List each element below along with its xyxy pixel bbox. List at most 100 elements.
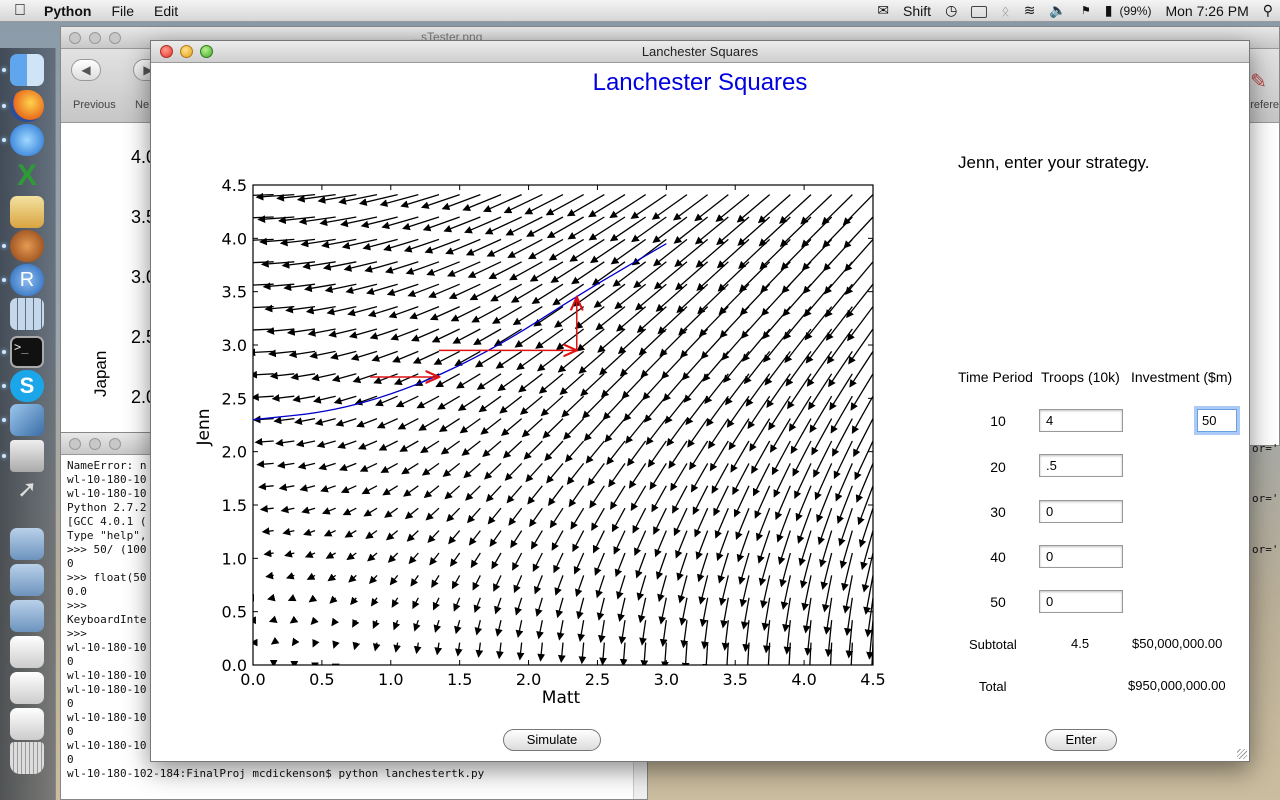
close-icon[interactable] [160,45,173,58]
field-arrow [675,530,688,559]
preview-icon[interactable] [10,404,44,436]
resize-grip[interactable] [1237,749,1247,759]
minimized-window-icon[interactable] [10,708,44,740]
troops-field[interactable] [1039,545,1123,568]
minimized-window-icon[interactable] [10,636,44,668]
trash-icon[interactable] [10,742,44,774]
volume-icon[interactable]: 🔈 [1042,2,1073,19]
field-arrow [372,642,381,652]
battery-icon[interactable]: ▮ [1098,2,1120,19]
field-arrow [628,463,647,489]
field-arrow [376,418,398,429]
spotlight-icon[interactable]: ⚲ [1256,2,1280,19]
investment-field[interactable] [1197,409,1237,432]
field-arrow [371,350,398,362]
field-arrow [726,395,750,428]
fluid-app-icon[interactable] [10,230,44,262]
vector-field [253,192,873,665]
field-arrow [359,462,378,472]
field-arrow [557,642,566,664]
bluetooth-icon[interactable]: ᛟ [994,3,1016,19]
field-arrow [496,642,504,660]
field-arrow [698,575,709,605]
field-arrow [707,418,729,450]
window-title: Lanchester Squares [641,44,759,59]
field-arrow [583,418,605,442]
field-arrow [557,350,585,373]
simulate-button[interactable]: Simulate [503,729,601,751]
field-arrow [637,597,647,624]
troops-field[interactable] [1039,500,1123,523]
field-arrow [614,552,626,578]
itunes-icon[interactable] [10,124,44,156]
troops-field[interactable] [1039,409,1123,432]
scrapbook-icon[interactable] [10,196,44,228]
field-arrow [567,216,605,240]
field-arrow [474,620,483,636]
wifi-icon[interactable]: ≋ [1017,2,1043,19]
investment-header: Investment ($m) [1131,369,1233,385]
clock[interactable]: Mon 7:26 PM [1158,3,1255,19]
field-arrow [337,440,357,449]
menu-app-name[interactable]: Python [40,3,101,19]
minimize-icon[interactable] [180,45,193,58]
minimized-window-icon[interactable] [10,672,44,704]
field-arrow [380,462,398,473]
menu-file[interactable]: File [101,3,144,19]
terminal-icon[interactable]: >_ [10,336,44,368]
field-arrow [441,193,481,210]
field-arrow [483,462,502,480]
previous-button[interactable]: ◀ [71,59,101,81]
apple-menu-icon[interactable]:  [0,2,40,20]
field-arrow [551,530,564,551]
r-icon[interactable]: R [10,264,44,296]
field-arrow [525,462,543,483]
field-arrow [378,440,398,451]
y-tick-label: 2.0 [222,443,247,462]
field-arrow [418,418,440,431]
x-tick-label: 2.0 [516,670,541,689]
close-icon[interactable] [69,438,81,450]
field-arrow [673,216,709,244]
mail-icon[interactable]: ✉ [870,2,896,19]
minimize-icon[interactable] [89,438,101,450]
shift-label[interactable]: Shift [896,3,938,19]
downloads-folder-icon[interactable] [10,564,44,596]
trajectory [252,243,667,421]
zoom-icon[interactable] [109,438,121,450]
applications-folder-icon[interactable] [10,600,44,632]
close-icon[interactable] [69,32,81,44]
skype-icon[interactable]: S [10,370,44,402]
field-arrow [335,417,357,427]
field-arrow [767,642,771,665]
display-icon[interactable] [964,3,994,19]
field-arrow [440,440,461,455]
field-arrow [475,642,484,658]
field-arrow [596,597,605,621]
troops-field[interactable] [1039,454,1123,477]
firefox-icon[interactable] [10,90,44,122]
excel-icon[interactable]: X [10,160,44,192]
finder-icon[interactable] [10,54,44,86]
field-arrow [717,552,729,584]
minimize-icon[interactable] [89,32,101,44]
zoom-icon[interactable] [109,32,121,44]
enter-button[interactable]: Enter [1045,729,1117,751]
zoom-icon[interactable] [200,45,213,58]
calendar-grid-icon[interactable] [10,298,44,330]
python-launcher-icon[interactable] [10,440,44,472]
field-arrow [387,552,399,563]
menu-edit[interactable]: Edit [144,3,188,19]
rocket-icon[interactable]: ➚ [10,474,44,506]
field-arrow [578,350,605,374]
running-indicator [2,454,6,458]
y-tick-label: 0.0 [222,656,247,675]
flag-icon[interactable]: ⚑ [1074,4,1098,17]
troops-field[interactable] [1039,590,1123,613]
time-machine-icon[interactable]: ◷ [938,2,964,19]
field-arrow [331,373,357,383]
field-arrow [553,552,564,574]
documents-folder-icon[interactable] [10,528,44,560]
field-arrow [306,572,316,580]
preferences-icon[interactable]: ✎ [1250,69,1267,94]
